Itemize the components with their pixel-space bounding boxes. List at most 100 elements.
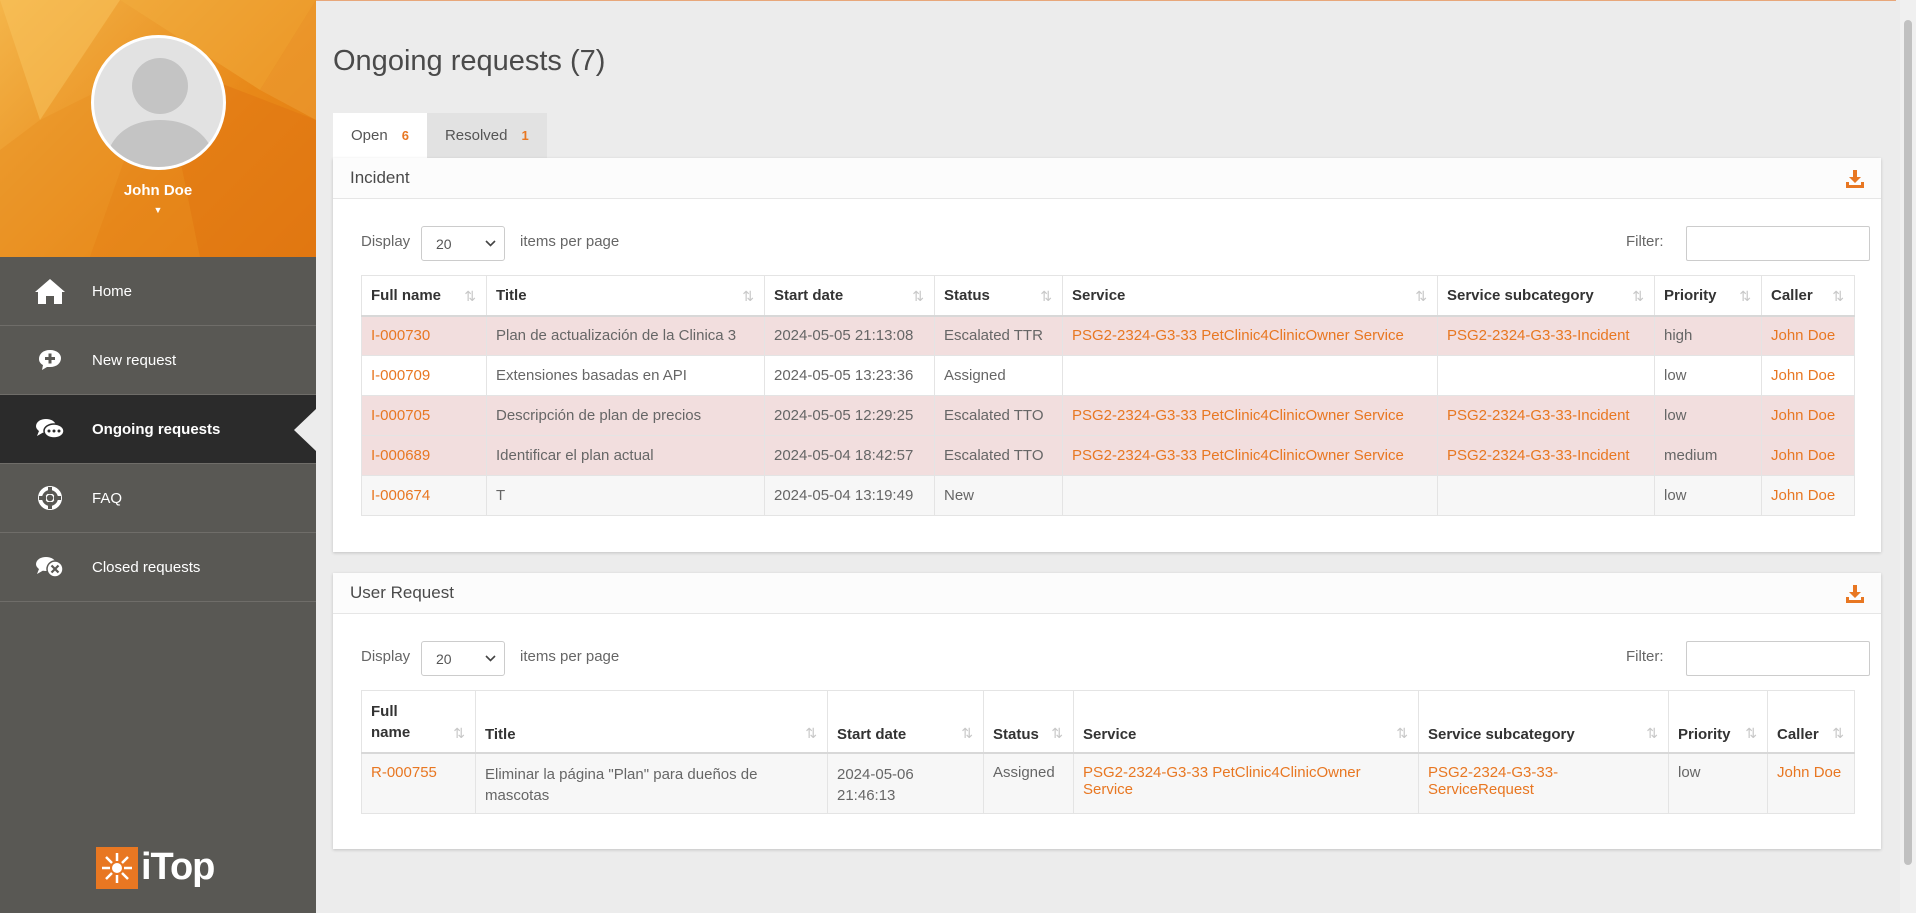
sort-icon: ⇅	[453, 724, 465, 741]
sort-icon: ⇅	[961, 724, 973, 741]
column-header[interactable]: Service ⇅	[1062, 275, 1438, 317]
chevron-down-icon	[485, 240, 496, 247]
start-date: 2024-05-06 21:46:13	[837, 765, 914, 804]
column-header[interactable]: Caller ⇅	[1761, 275, 1855, 317]
status: Assigned	[983, 752, 1074, 814]
caller-link[interactable]: John Doe	[1771, 447, 1835, 464]
caller-link[interactable]: John Doe	[1777, 764, 1841, 781]
column-header[interactable]: Service subcategory ⇅	[1437, 275, 1655, 317]
table-controls: Display 20 items per page Filter:	[333, 199, 1881, 275]
column-header[interactable]: Priority ⇅	[1668, 690, 1768, 754]
start-date: 2024-05-05 21:13:08	[764, 315, 935, 356]
table-row[interactable]: R-000755 Eliminar la página "Plan" para …	[361, 752, 1855, 814]
request-id-link[interactable]: I-000709	[371, 367, 430, 384]
page-size-value: 20	[436, 650, 452, 667]
tab-bar: Open 6 Resolved 1	[333, 113, 547, 158]
column-header[interactable]: Status ⇅	[983, 690, 1074, 754]
menu-item-closed-requests[interactable]: Closed requests	[0, 533, 316, 602]
column-header[interactable]: Title ⇅	[475, 690, 828, 754]
sort-icon: ⇅	[1051, 724, 1063, 741]
user-menu-caret-icon[interactable]: ▼	[0, 205, 316, 215]
panel-heading: Incident	[333, 158, 1881, 199]
table-row[interactable]: I-000674 T 2024-05-04 13:19:49 New low J…	[361, 475, 1855, 516]
tab-label: Open	[351, 127, 388, 144]
chat-bubbles-icon	[30, 414, 70, 444]
request-id-link[interactable]: I-000705	[371, 407, 430, 424]
service-link[interactable]: PSG2-2324-G3-33 PetClinic4ClinicOwner Se…	[1072, 447, 1404, 464]
table-row[interactable]: I-000709 Extensiones basadas en API 2024…	[361, 355, 1855, 396]
avatar[interactable]	[91, 35, 226, 170]
download-icon[interactable]	[1845, 584, 1865, 604]
panel-title: Incident	[350, 168, 410, 187]
column-header[interactable]: Start date ⇅	[764, 275, 935, 317]
start-date: 2024-05-04 13:19:49	[764, 475, 935, 516]
service-link[interactable]: PSG2-2324-G3-33 PetClinic4ClinicOwner Se…	[1072, 407, 1404, 424]
priority: medium	[1654, 435, 1762, 476]
priority: low	[1654, 395, 1762, 436]
column-header[interactable]: Title ⇅	[486, 275, 765, 317]
table-row[interactable]: I-000705 Descripción de plan de precios …	[361, 395, 1855, 436]
column-header[interactable]: Start date ⇅	[827, 690, 984, 754]
sort-icon: ⇅	[1632, 287, 1644, 304]
subcategory-link[interactable]: PSG2-2324-G3-33-Incident	[1447, 447, 1630, 464]
menu-item-ongoing-requests[interactable]: Ongoing requests	[0, 395, 316, 464]
incident-table: Full name ⇅ Title ⇅ Start date ⇅ Status ⇅ Se…	[361, 275, 1855, 516]
caller-link[interactable]: John Doe	[1771, 367, 1835, 384]
closed-request-icon	[30, 552, 70, 582]
table-row[interactable]: I-000689 Identificar el plan actual 2024…	[361, 435, 1855, 476]
download-icon[interactable]	[1845, 169, 1865, 189]
tab-open[interactable]: Open 6	[333, 113, 427, 158]
sort-icon: ⇅	[1396, 724, 1408, 741]
subcategory-link[interactable]: PSG2-2324-G3-33-Incident	[1447, 327, 1630, 344]
caller-link[interactable]: John Doe	[1771, 407, 1835, 424]
user-name[interactable]: John Doe	[0, 182, 316, 199]
menu-item-label: Home	[92, 282, 133, 300]
column-header[interactable]: Full name ⇅	[361, 275, 487, 317]
request-id-link[interactable]: R-000755	[371, 764, 437, 781]
display-label: Display	[361, 648, 411, 665]
tab-count-badge: 1	[521, 128, 529, 143]
column-header[interactable]: Priority ⇅	[1654, 275, 1762, 317]
home-icon	[30, 276, 70, 306]
sort-icon: ⇅	[1739, 287, 1751, 304]
request-id-link[interactable]: I-000689	[371, 447, 430, 464]
menu-item-faq[interactable]: FAQ	[0, 464, 316, 533]
menu-item-home[interactable]: Home	[0, 257, 316, 326]
add-request-icon	[30, 345, 70, 375]
page-size-select[interactable]: 20	[421, 226, 505, 261]
items-per-page-label: items per page	[520, 233, 620, 250]
sort-icon: ⇅	[805, 724, 817, 741]
menu-item-label: FAQ	[92, 489, 123, 507]
sort-icon: ⇅	[464, 287, 476, 304]
column-header[interactable]: Status ⇅	[934, 275, 1063, 317]
user-request-panel: User Request Display 20 items per page F…	[333, 573, 1881, 849]
subcategory-link[interactable]: PSG2-2324-G3-33-ServiceRequest	[1428, 764, 1558, 798]
caller-link[interactable]: John Doe	[1771, 487, 1835, 504]
request-id-link[interactable]: I-000730	[371, 327, 430, 344]
column-header[interactable]: Caller ⇅	[1767, 690, 1855, 754]
scrollbar-thumb[interactable]	[1904, 20, 1912, 865]
filter-input[interactable]	[1686, 641, 1870, 676]
service-link[interactable]: PSG2-2324-G3-33 PetClinic4ClinicOwner Se…	[1083, 764, 1361, 798]
page-size-value: 20	[436, 235, 452, 252]
column-header[interactable]: Service ⇅	[1073, 690, 1419, 754]
column-header[interactable]: Full name ⇅	[361, 690, 476, 754]
start-date: 2024-05-05 13:23:36	[764, 355, 935, 396]
caller-link[interactable]: John Doe	[1771, 327, 1835, 344]
subcategory-link[interactable]: PSG2-2324-G3-33-Incident	[1447, 407, 1630, 424]
column-header[interactable]: Service subcategory ⇅	[1418, 690, 1669, 754]
filter-input[interactable]	[1686, 226, 1870, 261]
tab-count-badge: 6	[401, 128, 409, 143]
page-scrollbar[interactable]	[1900, 0, 1916, 913]
request-id-link[interactable]: I-000674	[371, 487, 430, 504]
itop-logo: iTop	[96, 846, 215, 889]
tab-resolved[interactable]: Resolved 1	[426, 113, 547, 158]
user-request-table: Full name ⇅ Title ⇅ Start date ⇅ Status ⇅ Se…	[361, 690, 1855, 814]
filter-label: Filter:	[1626, 648, 1664, 665]
menu-item-new-request[interactable]: New request	[0, 326, 316, 395]
status: New	[934, 475, 1063, 516]
service-link[interactable]: PSG2-2324-G3-33 PetClinic4ClinicOwner Se…	[1072, 327, 1404, 344]
page-size-select[interactable]: 20	[421, 641, 505, 676]
status: Escalated TTO	[934, 435, 1063, 476]
table-row[interactable]: I-000730 Plan de actualización de la Cli…	[361, 315, 1855, 356]
